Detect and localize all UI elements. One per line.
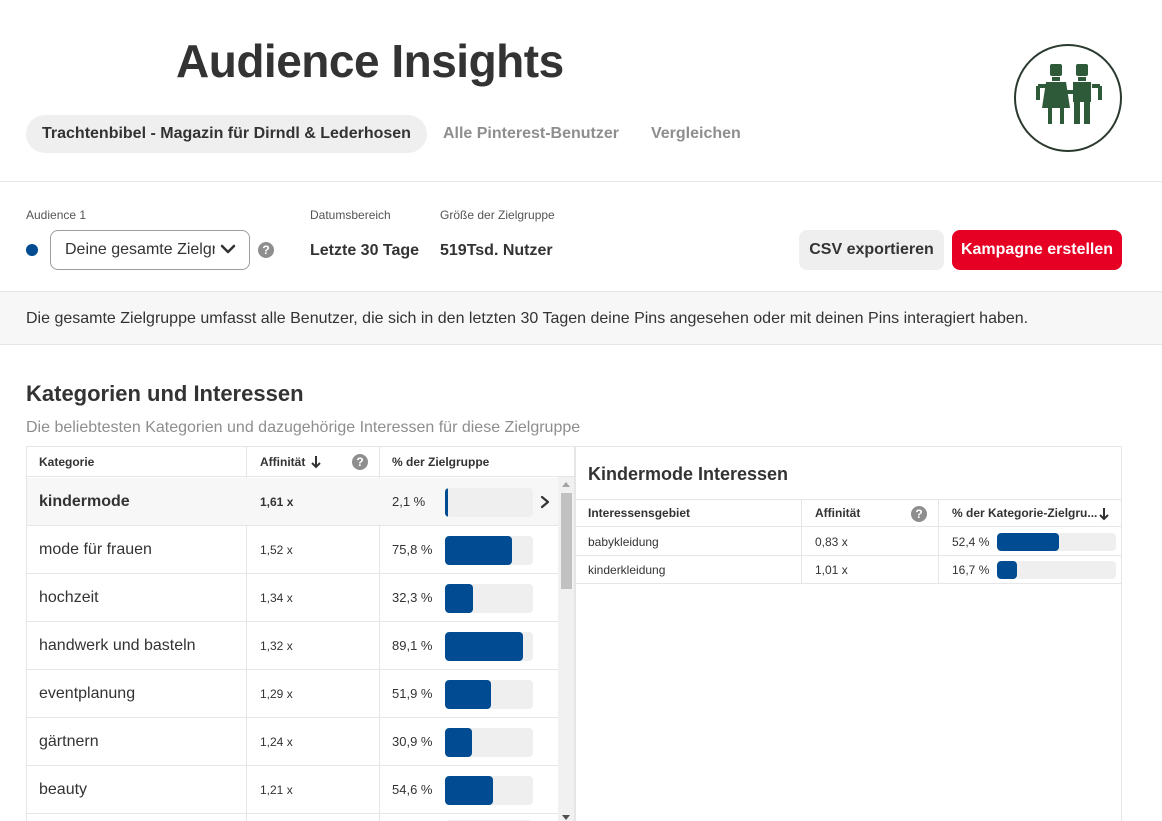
affinity-help-icon[interactable]: ?: [352, 454, 368, 470]
interests-table-header: Interessensgebiet Affinität ? % der Kate…: [576, 499, 1121, 527]
date-range-value: Letzte 30 Tage: [310, 242, 420, 259]
column-header-percent[interactable]: % der Zielgruppe: [392, 447, 489, 477]
table-row[interactable]: babykleidung 0,83 x 52,4 %: [576, 528, 1121, 556]
table-row[interactable]: eventplanung 1,29 x 51,9 %: [27, 670, 558, 718]
category-percent: 2,1 %: [392, 494, 426, 509]
interest-name: kinderkleidung: [588, 563, 666, 577]
percent-bar-fill: [445, 680, 491, 709]
percent-bar-fill: [445, 776, 494, 805]
affinity-help-icon[interactable]: ?: [911, 506, 927, 522]
section-title: Kategorien und Interessen: [26, 381, 304, 406]
tab-all-pinterest-users[interactable]: Alle Pinterest-Benutzer: [427, 115, 635, 153]
audience-info-band: Die gesamte Zielgruppe umfasst alle Benu…: [0, 291, 1162, 345]
audience-tabs: Trachtenbibel - Magazin für Dirndl & Led…: [26, 115, 757, 153]
audience-info-text: Die gesamte Zielgruppe umfasst alle Benu…: [26, 310, 1029, 327]
table-row[interactable]: gärtnern 1,24 x 30,9 %: [27, 718, 558, 766]
category-percent: 75,8 %: [392, 542, 433, 557]
percent-bar: [445, 536, 533, 565]
category-affinity: 1,61 x: [260, 495, 294, 509]
category-affinity: 1,32 x: [260, 639, 293, 653]
section-subtitle: Die beliebtesten Kategorien und dazugehö…: [26, 419, 581, 436]
audience-color-dot: [26, 244, 38, 256]
percent-bar: [445, 488, 533, 517]
sort-down-icon[interactable]: [311, 455, 321, 469]
table-row[interactable]: mode für frauen 1,52 x 75,8 %: [27, 526, 558, 574]
percent-bar-fill: [445, 488, 448, 517]
categories-scrollbar[interactable]: [558, 477, 574, 821]
category-affinity: 1,24 x: [260, 735, 293, 749]
scroll-down-icon[interactable]: [562, 815, 570, 820]
scrollbar-thumb[interactable]: [561, 493, 572, 589]
date-range-label: Datumsbereich: [310, 208, 391, 222]
interest-affinity: 1,01 x: [815, 563, 848, 577]
categories-table: Kategorie Affinität ? % der Zielgruppe k…: [26, 446, 575, 821]
audience-label: Audience 1: [26, 208, 87, 222]
help-icon[interactable]: ?: [258, 242, 274, 258]
column-header-interest[interactable]: Interessensgebiet: [588, 500, 690, 527]
category-name: handwerk und basteln: [39, 637, 196, 654]
percent-bar: [445, 632, 533, 661]
column-header-affinity[interactable]: Affinität: [815, 500, 860, 527]
column-header-category[interactable]: Kategorie: [39, 447, 94, 477]
category-name: kindermode: [39, 493, 130, 510]
category-percent: 32,3 %: [392, 590, 433, 605]
percent-bar: [445, 680, 533, 709]
percent-bar: [997, 561, 1116, 579]
audience-size-value: 519Tsd. Nutzer: [440, 242, 553, 259]
chevron-down-icon: [220, 244, 236, 254]
audience-select[interactable]: Deine gesamte Zielgruppe: [50, 230, 250, 270]
export-csv-button[interactable]: CSV exportieren: [799, 230, 944, 270]
table-row[interactable]: beauty 1,21 x 54,6 %: [27, 766, 558, 814]
percent-bar: [445, 584, 533, 613]
percent-bar-fill: [445, 584, 474, 613]
category-name: beauty: [39, 781, 88, 798]
create-campaign-button[interactable]: Kampagne erstellen: [952, 230, 1122, 270]
table-row[interactable]: kinderkleidung 1,01 x 16,7 %: [576, 556, 1121, 584]
category-affinity: 1,29 x: [260, 687, 293, 701]
category-name: hochzeit: [39, 589, 99, 606]
avatar-logo: [1036, 64, 1102, 124]
category-percent: 30,9 %: [392, 734, 433, 749]
category-affinity: 1,52 x: [260, 543, 293, 557]
audience-select-value: Deine gesamte Zielgruppe: [65, 241, 215, 258]
page-title: Audience Insights: [176, 35, 564, 87]
category-name: mode für frauen: [39, 541, 152, 558]
category-percent: 51,9 %: [392, 686, 433, 701]
category-percent: 54,6 %: [392, 782, 433, 797]
sort-down-icon[interactable]: [1099, 507, 1109, 521]
category-affinity: 1,21 x: [260, 783, 293, 797]
chevron-right-icon[interactable]: [539, 494, 551, 510]
table-row[interactable]: hochzeit 1,34 x 32,3 %: [27, 574, 558, 622]
percent-bar-fill: [997, 561, 1017, 579]
header-divider: [0, 181, 1162, 182]
percent-bar-fill: [445, 728, 473, 757]
percent-bar: [445, 728, 533, 757]
category-name: gärtnern: [39, 733, 99, 750]
scroll-up-icon[interactable]: [562, 482, 570, 487]
percent-bar-fill: [997, 533, 1060, 551]
interests-panel-title: Kindermode Interessen: [588, 464, 789, 484]
tab-trachtenbibel[interactable]: Trachtenbibel - Magazin für Dirndl & Led…: [26, 115, 427, 153]
interest-affinity: 0,83 x: [815, 535, 848, 549]
column-header-affinity[interactable]: Affinität: [260, 447, 305, 477]
interest-name: babykleidung: [588, 535, 659, 549]
percent-bar: [445, 776, 533, 805]
column-header-category-percent[interactable]: % der Kategorie-Zielgru...: [952, 500, 1097, 527]
table-row-partial[interactable]: [27, 814, 558, 821]
categories-table-header: Kategorie Affinität ? % der Zielgruppe: [27, 447, 574, 477]
tab-compare[interactable]: Vergleichen: [635, 115, 757, 153]
percent-bar-fill: [445, 536, 512, 565]
table-row[interactable]: kindermode 1,61 x 2,1 %: [27, 478, 558, 526]
audience-size-label: Größe der Zielgruppe: [440, 208, 555, 222]
interest-percent: 16,7 %: [952, 563, 990, 577]
category-name: eventplanung: [39, 685, 136, 702]
category-affinity: 1,34 x: [260, 591, 293, 605]
interests-panel: Kindermode Interessen Interessensgebiet …: [575, 446, 1122, 821]
interest-percent: 52,4 %: [952, 535, 990, 549]
category-percent: 89,1 %: [392, 638, 433, 653]
percent-bar: [997, 533, 1116, 551]
table-row[interactable]: handwerk und basteln 1,32 x 89,1 %: [27, 622, 558, 670]
avatar[interactable]: [1014, 44, 1122, 152]
percent-bar-fill: [445, 632, 524, 661]
